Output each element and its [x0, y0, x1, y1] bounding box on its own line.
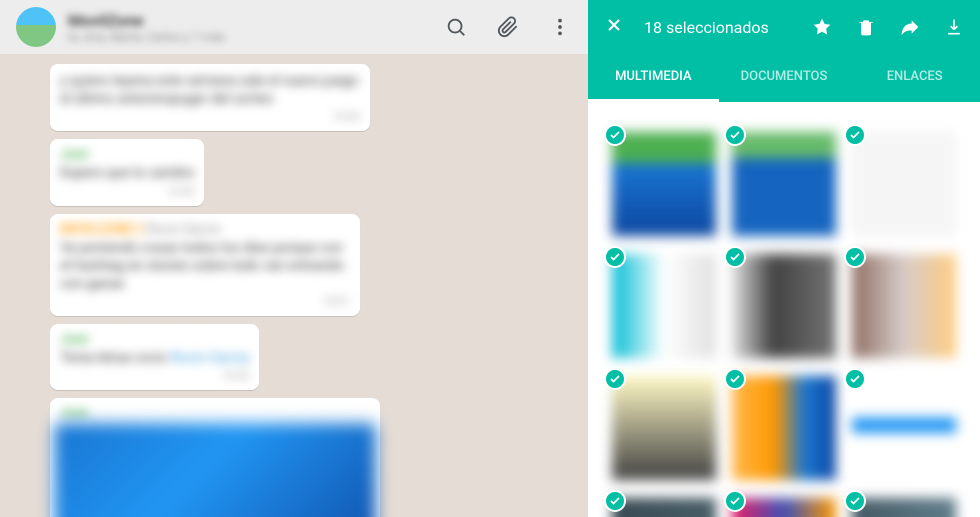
media-item[interactable]: [612, 376, 716, 480]
chat-title: MovilZone: [68, 11, 444, 30]
media-panel: 18 seleccionados MULTIMEDIA DOCUMENTOS E…: [588, 0, 980, 517]
chat-header: MovilZone tú, Ana, María, Carlos y 7 más: [0, 0, 588, 54]
media-item[interactable]: [852, 498, 956, 517]
forward-icon[interactable]: [900, 17, 920, 37]
tab-enlaces[interactable]: ENLACES: [849, 54, 980, 102]
message-image[interactable]: [54, 423, 376, 517]
check-icon: [844, 124, 866, 146]
message-time: 10:43: [60, 185, 194, 198]
media-thumbnail[interactable]: [732, 498, 836, 517]
check-icon: [724, 490, 746, 512]
check-icon: [844, 368, 866, 390]
search-icon[interactable]: [444, 15, 468, 39]
media-thumbnail[interactable]: [732, 132, 836, 236]
chat-avatar[interactable]: [16, 7, 56, 47]
media-thumbnail[interactable]: [612, 498, 716, 517]
media-item[interactable]: [612, 132, 716, 236]
message-sender: Juan: [60, 147, 194, 162]
message-bubble[interactable]: MOVILZONE 2 Rocío García Va poniendo cos…: [50, 214, 360, 317]
media-thumbnail[interactable]: [852, 254, 956, 358]
media-item[interactable]: [732, 132, 836, 236]
chat-panel: MovilZone tú, Ana, María, Carlos y 7 más…: [0, 0, 588, 517]
message-bubble[interactable]: y quiero leyena este semana sale el nuev…: [50, 64, 370, 131]
check-icon: [724, 246, 746, 268]
media-thumbnail[interactable]: [612, 132, 716, 236]
selection-count: 18 seleccionados: [644, 18, 812, 37]
media-item[interactable]: [732, 498, 836, 517]
media-thumbnail[interactable]: [852, 132, 956, 236]
selection-actions: [812, 17, 964, 37]
media-item[interactable]: [732, 376, 836, 480]
chat-info[interactable]: MovilZone tú, Ana, María, Carlos y 7 más: [68, 11, 444, 44]
media-thumbnail[interactable]: [612, 254, 716, 358]
message-sender: MOVILZONE 2 Rocío García: [60, 222, 350, 237]
media-grid[interactable]: [588, 102, 980, 517]
media-thumbnail[interactable]: [612, 376, 716, 480]
media-thumbnail[interactable]: [732, 376, 836, 480]
message-text: Tenia letras rocio Rocío García: [60, 349, 249, 367]
header-actions: [444, 15, 572, 39]
menu-icon[interactable]: [548, 15, 572, 39]
message-bubble[interactable]: Juan Tenia letras rocio Rocío García 10:…: [50, 324, 259, 390]
media-item[interactable]: [612, 498, 716, 517]
message-time: 10:42: [60, 110, 360, 123]
check-icon: [844, 490, 866, 512]
check-icon: [604, 368, 626, 390]
delete-icon[interactable]: [856, 17, 876, 37]
message-time: 10:51: [60, 295, 350, 308]
media-item[interactable]: [852, 254, 956, 358]
tab-multimedia[interactable]: MULTIMEDIA: [588, 54, 719, 102]
media-item[interactable]: [732, 254, 836, 358]
message-bubble[interactable]: Juan Espero que lo cambio 10:43: [50, 139, 204, 205]
media-thumbnail[interactable]: [852, 498, 956, 517]
media-thumbnail[interactable]: [732, 254, 836, 358]
download-icon[interactable]: [944, 17, 964, 37]
chat-body[interactable]: y quiero leyena este semana sale el nuev…: [0, 54, 588, 517]
check-icon: [844, 246, 866, 268]
media-item[interactable]: [612, 254, 716, 358]
check-icon: [604, 246, 626, 268]
check-icon: [604, 124, 626, 146]
tab-documentos[interactable]: DOCUMENTOS: [719, 54, 850, 102]
message-text: y quiero leyena este semana sale el nuev…: [60, 72, 360, 108]
message-text: Espero que lo cambio: [60, 164, 194, 182]
media-tabs: MULTIMEDIA DOCUMENTOS ENLACES: [588, 54, 980, 102]
star-icon[interactable]: [812, 17, 832, 37]
attach-icon[interactable]: [496, 15, 520, 39]
media-selection-header: 18 seleccionados: [588, 0, 980, 54]
media-item[interactable]: [852, 132, 956, 236]
chat-subtitle: tú, Ana, María, Carlos y 7 más: [68, 30, 444, 44]
media-thumbnail[interactable]: [852, 376, 956, 480]
close-icon[interactable]: [604, 15, 624, 39]
check-icon: [724, 368, 746, 390]
message-sender: Juan: [60, 332, 249, 347]
check-icon: [604, 490, 626, 512]
message-time: 10:52: [60, 369, 249, 382]
media-item[interactable]: [852, 376, 956, 480]
message-image-bubble[interactable]: Juan: [50, 398, 380, 517]
check-icon: [724, 124, 746, 146]
message-sender: Juan: [54, 402, 376, 421]
message-text: Va poniendo cosas todos los días porque …: [60, 239, 350, 294]
